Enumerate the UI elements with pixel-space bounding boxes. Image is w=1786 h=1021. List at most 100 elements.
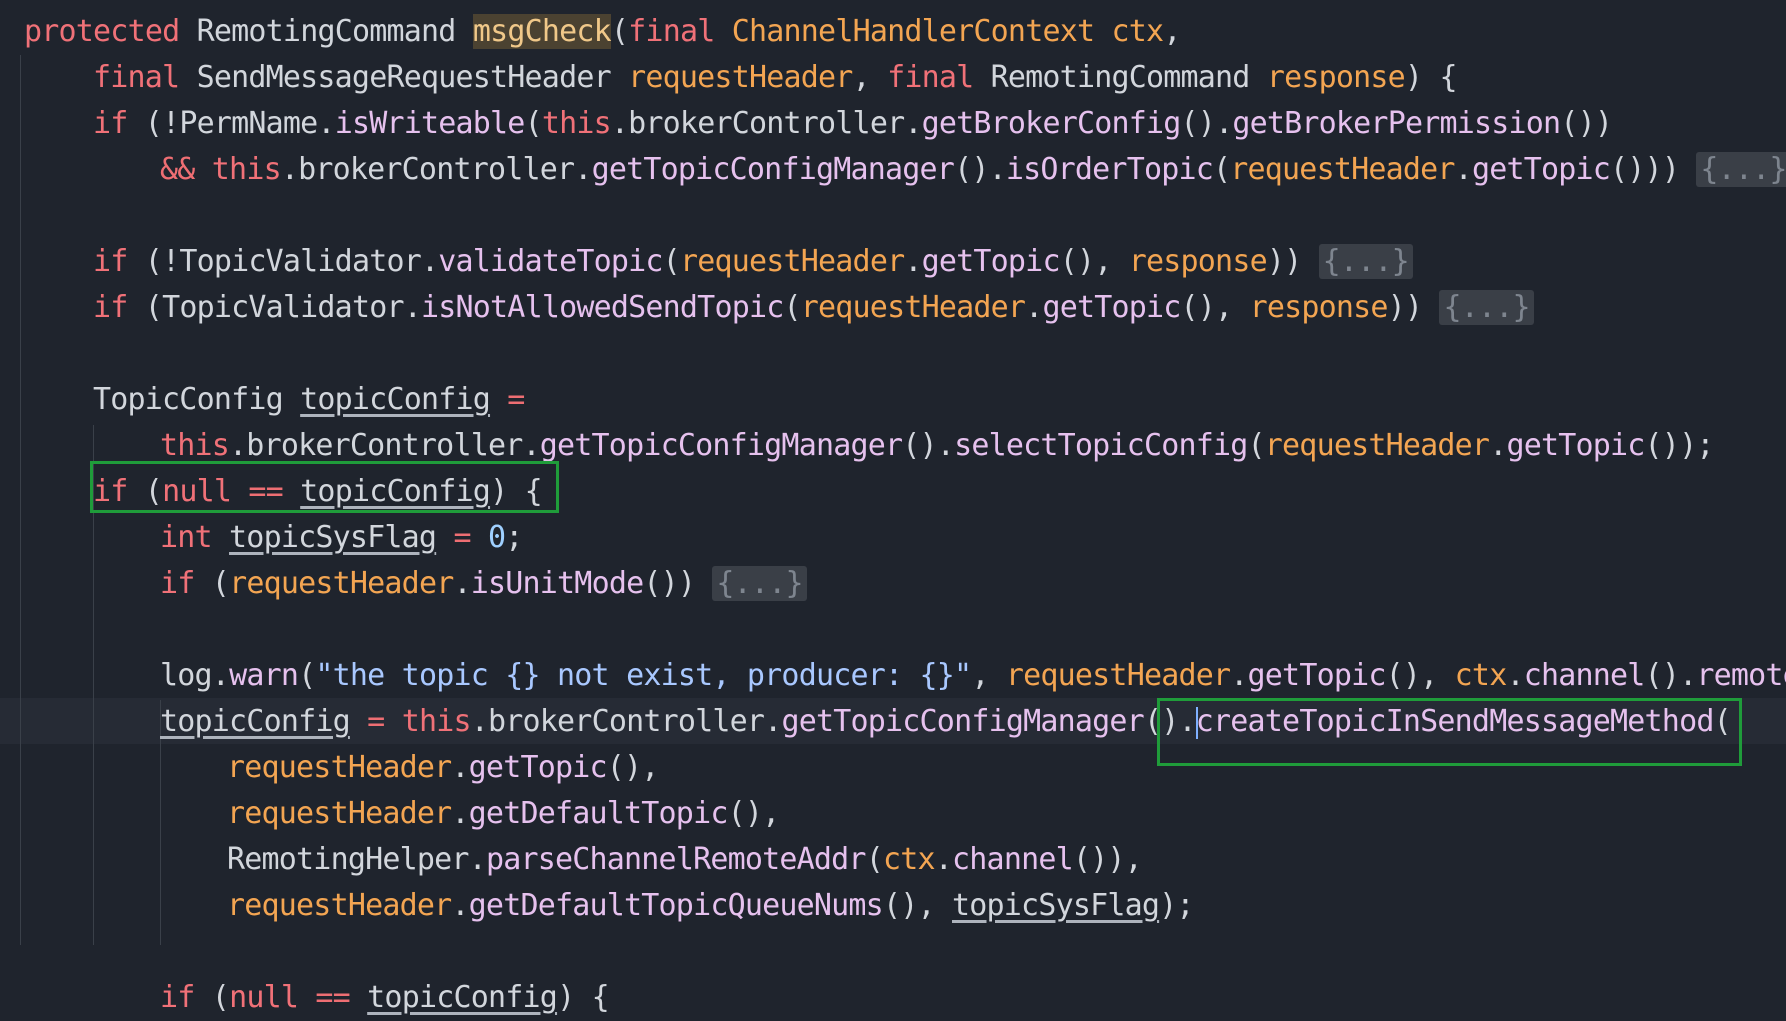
code-token: this (160, 428, 230, 463)
code-editor[interactable]: protected RemotingCommand msgCheck(final… (0, 0, 1786, 1015)
code-token: getTopic (468, 750, 608, 785)
code-token: if (160, 980, 212, 1015)
code-token: )) (1266, 244, 1319, 279)
code-line[interactable]: int topicSysFlag = 0; (160, 515, 523, 561)
code-token: ( (211, 980, 230, 1015)
code-line[interactable]: TopicConfig topicConfig = (93, 377, 525, 423)
code-token: , (1163, 14, 1181, 49)
code-token: requestHeader (229, 566, 454, 601)
code-token: getTopicConfigManager (591, 152, 955, 187)
code-token: isUnitMode (470, 566, 644, 601)
code-token: .brokerController. (280, 152, 593, 187)
code-token: ; (505, 520, 523, 555)
code-token: TopicValidator (162, 290, 404, 325)
code-token: . (1489, 428, 1507, 463)
code-line[interactable]: if (!TopicValidator.validateTopic(reques… (93, 239, 1413, 285)
code-token: topicConfig (300, 382, 491, 417)
code-token: ()) (643, 566, 713, 601)
code-token: SendMessageRequestHeader (196, 60, 629, 95)
code-token: channel (1523, 658, 1646, 693)
code-token: getTopic (1471, 152, 1611, 187)
folded-block-button[interactable]: {...} (712, 566, 807, 601)
folded-block-button[interactable]: {...} (1439, 290, 1534, 325)
code-token: (), (606, 750, 660, 785)
code-token: response (1128, 244, 1268, 279)
code-token: response (1266, 60, 1406, 95)
code-line[interactable]: requestHeader.getDefaultTopic(), (227, 791, 781, 837)
code-token: final (887, 60, 991, 95)
highlight-box-create-topic-method (1157, 698, 1742, 766)
code-token: ); (1159, 888, 1194, 923)
code-token: getTopic (1506, 428, 1645, 463)
code-token: ( (1213, 152, 1231, 187)
code-token: topicSysFlag (229, 520, 437, 555)
code-token: log (160, 658, 213, 693)
code-token: "the topic {} not exist, producer: {}" (315, 658, 972, 693)
code-token: (). (954, 152, 1007, 187)
code-token: isWriteable (334, 106, 526, 141)
folded-block-button[interactable]: {...} (1696, 152, 1786, 187)
code-token: null (229, 980, 316, 1015)
code-token: .brokerController. (610, 106, 923, 141)
code-line[interactable]: if (requestHeader.isUnitMode()) {...} (160, 561, 807, 607)
code-token: (), (1385, 658, 1455, 693)
code-token: ctx (1111, 14, 1165, 49)
code-token: 0 (487, 520, 506, 555)
code-token: getTopic (1042, 290, 1181, 325)
code-line[interactable]: if (!PermName.isWriteable(this.brokerCon… (93, 101, 1613, 147)
code-line[interactable]: requestHeader.getTopic(), (227, 745, 659, 791)
code-token: (! (144, 106, 180, 141)
code-token: requestHeader (1230, 152, 1455, 187)
code-token: = (349, 704, 402, 739)
code-token: ( (783, 290, 802, 325)
code-token: msgCheck (472, 14, 612, 49)
code-token: RemotingCommand (196, 14, 473, 49)
code-token: . (451, 888, 469, 923)
code-token: . (211, 658, 230, 693)
code-token: RemotingCommand (990, 60, 1267, 95)
code-token: ( (524, 106, 543, 141)
code-token: (), (727, 796, 781, 831)
code-token: protected (24, 14, 197, 49)
code-token: . (904, 244, 922, 279)
code-token: warn (229, 658, 299, 693)
code-line[interactable]: && this.brokerController.getTopicConfigM… (160, 147, 1786, 193)
code-token: TopicValidator (179, 244, 421, 279)
code-token: ctx (882, 842, 936, 877)
code-token: isNotAllowedSendTopic (421, 290, 784, 325)
code-token: = (490, 382, 525, 417)
code-token: this (541, 106, 612, 141)
code-token: final (93, 60, 197, 95)
code-line[interactable]: log.warn("the topic {} not exist, produc… (160, 653, 1786, 699)
code-token: getTopic (1247, 658, 1387, 693)
code-line[interactable]: RemotingHelper.parseChannelRemoteAddr(ct… (227, 837, 1143, 883)
code-token: ( (610, 14, 629, 49)
indent-guide (20, 55, 21, 945)
code-token: getTopicConfigManager (539, 428, 903, 463)
code-token: topicConfig (160, 704, 351, 739)
code-token: . (1454, 152, 1473, 187)
code-line[interactable]: if (TopicValidator.isNotAllowedSendTopic… (93, 285, 1534, 331)
code-token: . (453, 566, 471, 601)
code-token: if (93, 290, 145, 325)
code-token: ( (1247, 428, 1266, 463)
code-token: = (436, 520, 488, 555)
code-token: && (160, 152, 212, 187)
folded-block-button[interactable]: {...} (1318, 244, 1413, 279)
code-line[interactable]: protected RemotingCommand msgCheck(final… (24, 9, 1181, 55)
code-token: remoteAd (1696, 658, 1786, 693)
code-token: ()); (1644, 428, 1715, 463)
code-token: selectTopicConfig (954, 428, 1248, 463)
code-token: (). (902, 428, 955, 463)
code-token: int (160, 520, 230, 555)
code-line[interactable]: if (null == topicConfig) { (160, 975, 610, 1021)
code-token: . (421, 244, 439, 279)
code-token: ) { (1404, 60, 1458, 95)
code-line[interactable]: final SendMessageRequestHeader requestHe… (93, 55, 1458, 101)
code-token: getBrokerConfig (921, 106, 1182, 141)
code-token: isOrderTopic (1005, 152, 1214, 187)
code-token: ( (298, 658, 316, 693)
code-token: requestHeader (800, 290, 1026, 325)
code-line[interactable]: requestHeader.getDefaultTopicQueueNums()… (227, 883, 1194, 929)
code-token: . (1230, 658, 1248, 693)
